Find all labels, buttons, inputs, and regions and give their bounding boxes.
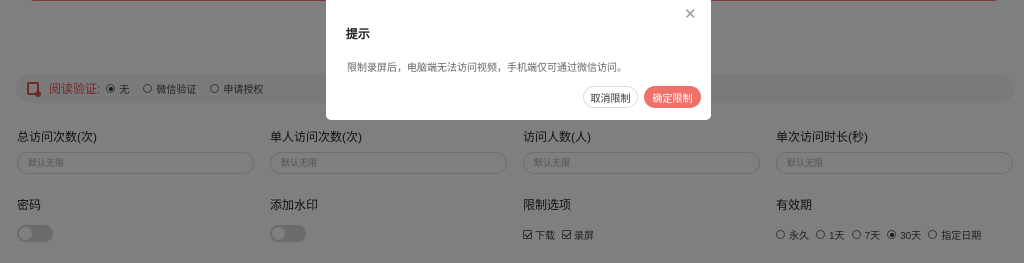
confirm-dialog: 提示 ✕ 限制录屏后，电脑端无法访问视频，手机端仅可通过微信访问。 取消限制 确… — [326, 0, 711, 120]
cancel-restriction-button[interactable]: 取消限制 — [583, 86, 638, 108]
dialog-title: 提示 — [346, 27, 371, 41]
confirm-restriction-button[interactable]: 确定限制 — [644, 86, 701, 108]
close-icon[interactable]: ✕ — [684, 7, 697, 23]
dialog-message: 限制录屏后，电脑端无法访问视频，手机端仅可通过微信访问。 — [347, 63, 627, 74]
